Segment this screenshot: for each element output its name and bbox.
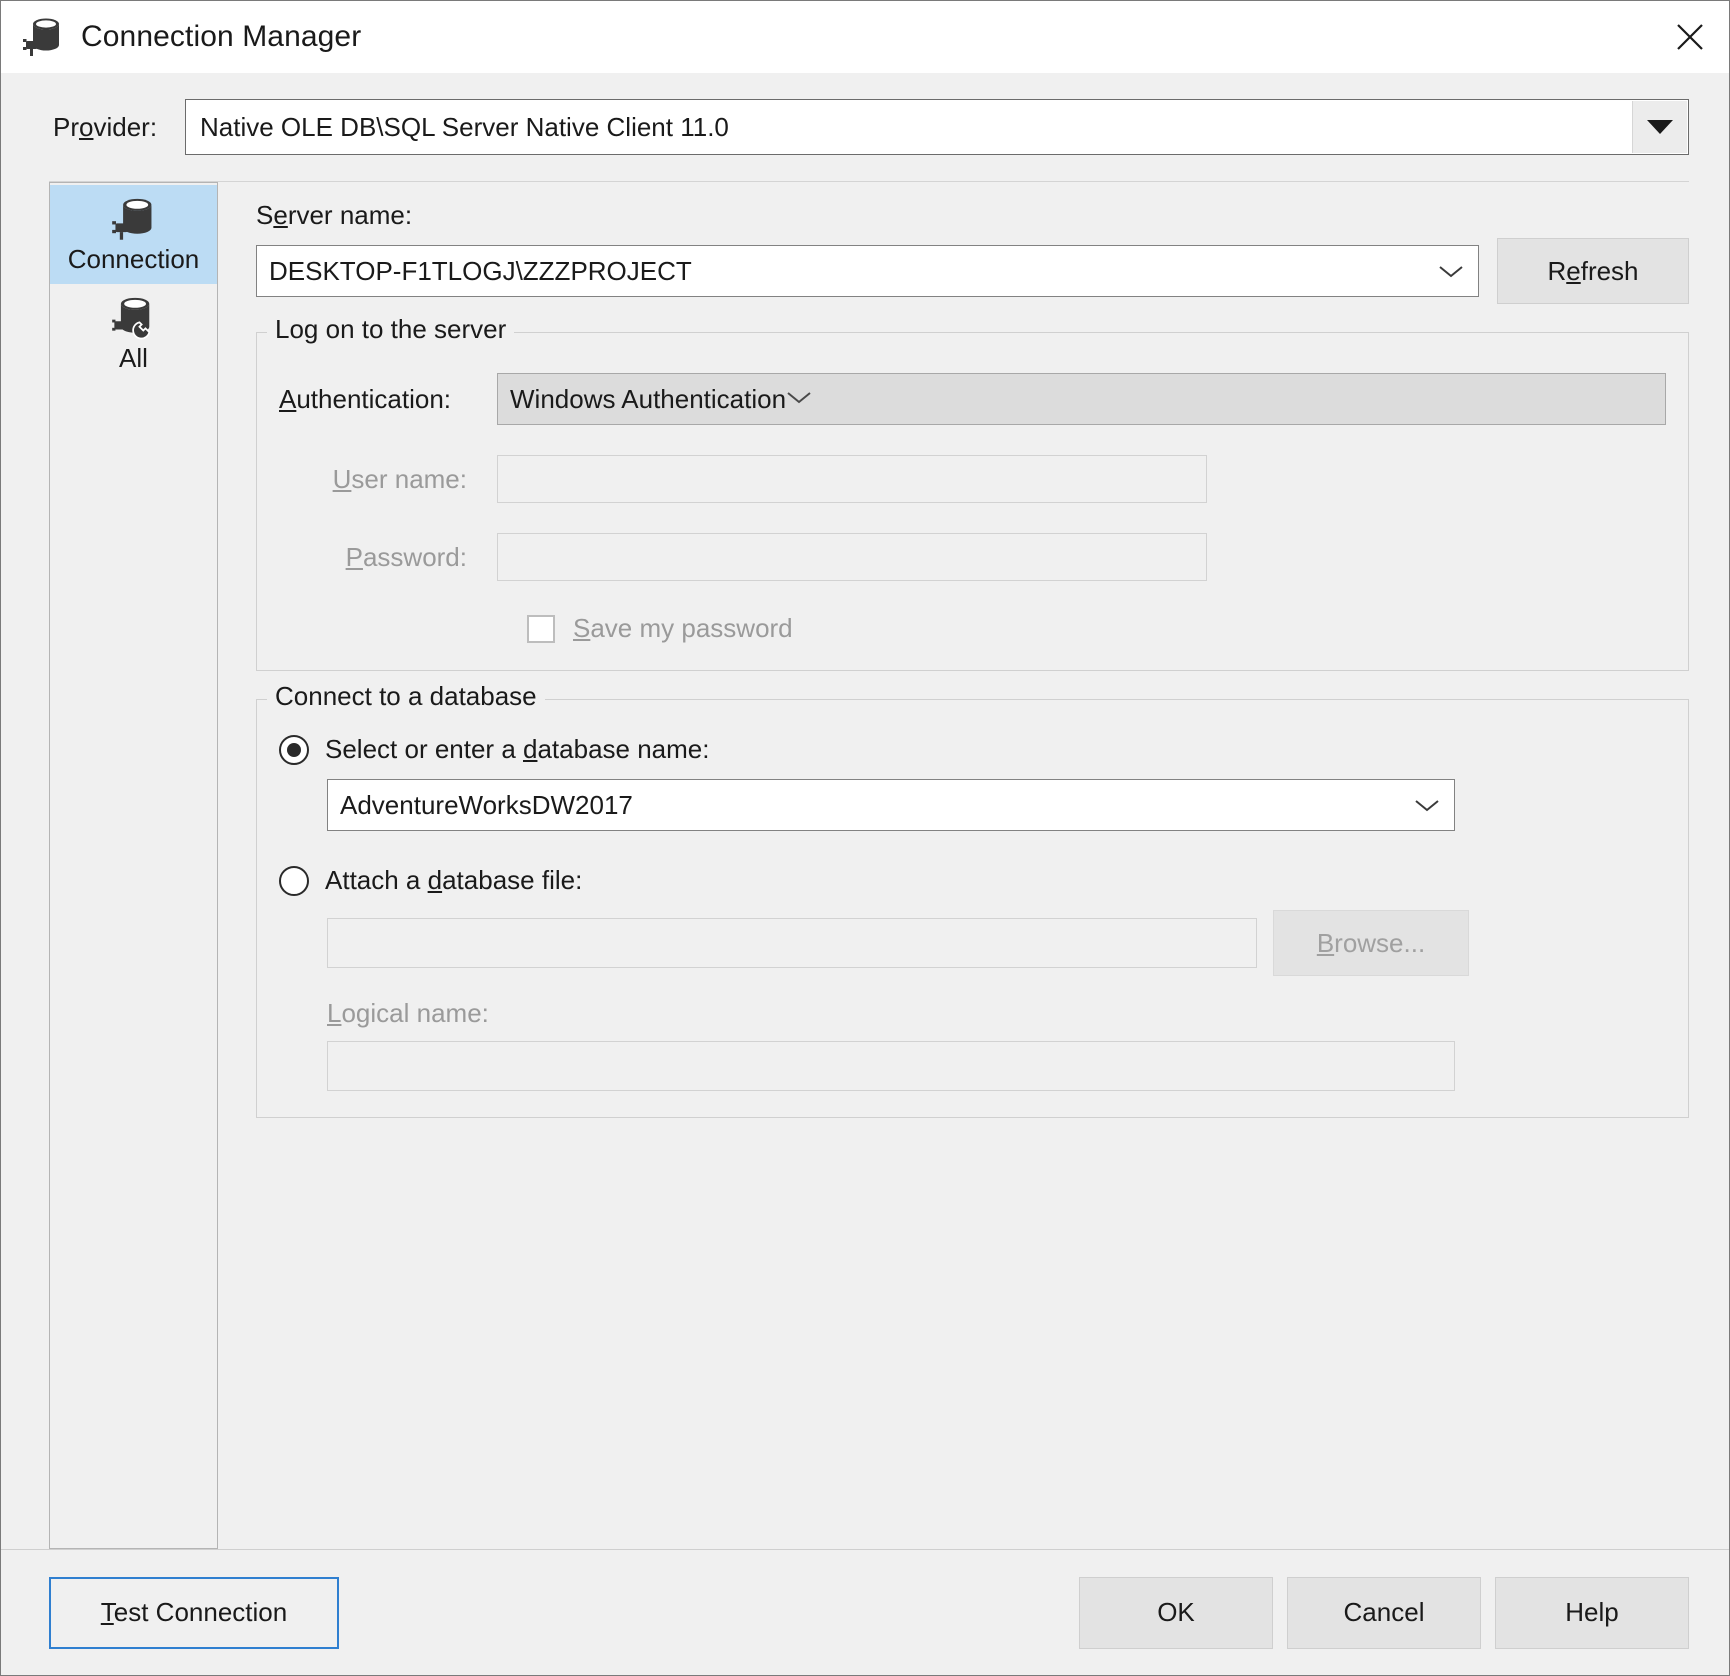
server-name-input[interactable]: DESKTOP-F1TLOGJ\ZZZPROJECT (256, 245, 1479, 297)
select-database-radio-row[interactable]: Select or enter a database name: (279, 734, 1666, 765)
chevron-down-icon[interactable] (1414, 798, 1440, 812)
authentication-dropdown[interactable]: Windows Authentication (497, 373, 1666, 425)
tab-connection-label: Connection (67, 244, 200, 274)
test-connection-label: Test Connection (100, 1597, 288, 1627)
user-name-row: User name: (279, 455, 1666, 503)
provider-dropdown[interactable]: Native OLE DB\SQL Server Native Client 1… (185, 99, 1689, 155)
refresh-button[interactable]: Refresh (1497, 238, 1689, 304)
database-plug-icon (111, 198, 151, 240)
authentication-value: Windows Authentication (510, 383, 787, 414)
select-database-radio[interactable] (279, 734, 309, 765)
save-password-checkbox[interactable] (527, 614, 555, 643)
tab-all[interactable]: All (50, 284, 217, 383)
server-name-label: Server name: (256, 200, 413, 230)
authentication-label: Authentication: (279, 383, 452, 414)
logon-group-legend: Log on to the server (267, 314, 515, 345)
window-title: Connection Manager (81, 20, 362, 53)
connection-panel: Server name: DESKTOP-F1TLOGJ\ZZZPROJECT … (217, 182, 1689, 1549)
save-password-row[interactable]: Save my password (279, 613, 1666, 644)
database-group-legend: Connect to a database (267, 681, 545, 712)
logon-group: Log on to the server Authentication: Win… (256, 314, 1689, 671)
ok-button[interactable]: OK (1079, 1576, 1273, 1649)
tab-all-label: All (119, 342, 148, 373)
logical-name-label: Logical name: (327, 998, 489, 1028)
tab-connection[interactable]: Connection (50, 185, 217, 284)
attach-database-label: Attach a database file: (325, 865, 583, 895)
save-password-label: Save my password (573, 613, 793, 643)
chevron-down-icon[interactable] (786, 390, 812, 409)
help-button-label: Help (1565, 1597, 1619, 1627)
close-icon[interactable] (1651, 1, 1729, 73)
dialog-footer: Test Connection OK Cancel Help (1, 1549, 1729, 1675)
ok-button-label: OK (1157, 1597, 1195, 1627)
cancel-button[interactable]: Cancel (1287, 1576, 1481, 1649)
logical-name-input[interactable] (327, 1041, 1455, 1091)
user-name-input[interactable] (497, 455, 1207, 503)
database-name-value: AdventureWorksDW2017 (340, 789, 633, 820)
connection-manager-dialog: Connection Manager Provider: Native OLE … (0, 0, 1730, 1676)
cancel-button-label: Cancel (1343, 1597, 1425, 1627)
tab-strip: Connection All (49, 182, 217, 1549)
test-connection-button[interactable]: Test Connection (49, 1576, 339, 1649)
dialog-body: Connection All Server name: DESKTOP-F1TL… (1, 182, 1729, 1549)
provider-label: Provider: (53, 111, 158, 142)
provider-value: Native OLE DB\SQL Server Native Client 1… (200, 111, 729, 142)
chevron-down-icon[interactable] (1438, 264, 1464, 278)
database-plug-icon (23, 18, 59, 56)
refresh-button-label: Refresh (1547, 255, 1639, 286)
title-bar: Connection Manager (1, 1, 1729, 73)
attach-file-row: Browse... (327, 910, 1666, 976)
database-group: Connect to a database Select or enter a … (256, 681, 1689, 1118)
server-name-row: DESKTOP-F1TLOGJ\ZZZPROJECT Refresh (256, 238, 1689, 304)
help-button[interactable]: Help (1495, 1576, 1689, 1649)
attach-database-radio-row[interactable]: Attach a database file: (279, 865, 1666, 896)
attach-file-input[interactable] (327, 918, 1257, 968)
chevron-down-icon[interactable] (1632, 101, 1687, 153)
database-wrench-icon (111, 297, 150, 339)
browse-button[interactable]: Browse... (1273, 910, 1469, 976)
password-input[interactable] (497, 533, 1207, 581)
password-label: Password: (345, 541, 467, 572)
provider-row: Provider: Native OLE DB\SQL Server Nativ… (1, 73, 1729, 155)
password-row: Password: (279, 533, 1666, 581)
attach-database-radio[interactable] (279, 865, 309, 896)
authentication-row: Authentication: Windows Authentication (279, 373, 1666, 425)
select-database-label: Select or enter a database name: (325, 734, 710, 764)
browse-button-label: Browse... (1316, 927, 1426, 958)
server-name-value: DESKTOP-F1TLOGJ\ZZZPROJECT (269, 255, 692, 286)
database-name-input[interactable]: AdventureWorksDW2017 (327, 779, 1455, 831)
user-name-label: User name: (332, 463, 467, 494)
